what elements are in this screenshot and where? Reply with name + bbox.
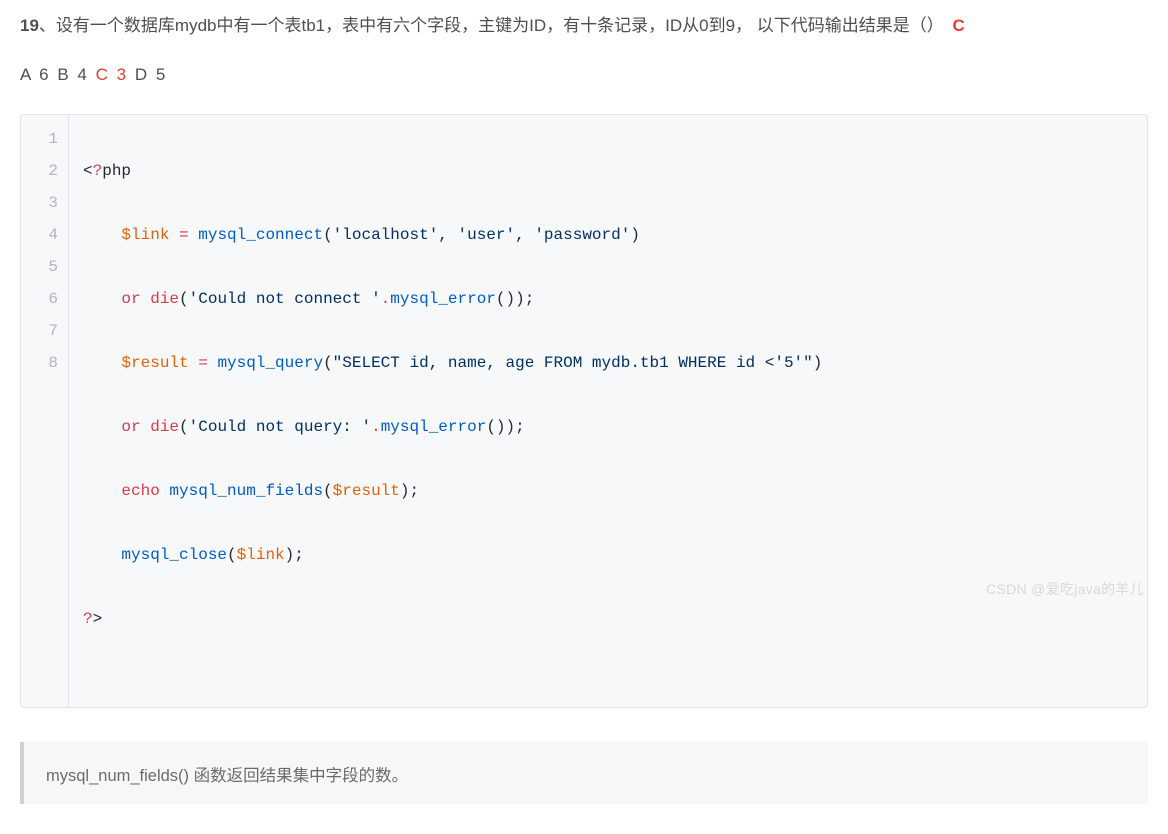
code-str: 'Could not query: ' [189, 418, 371, 436]
question-number: 19 [20, 16, 39, 35]
code-kw: echo [121, 482, 159, 500]
code-line: <?php [83, 155, 822, 187]
code-kw: or [121, 290, 140, 308]
code-line: or die('Could not query: '.mysql_error()… [83, 411, 822, 443]
line-number: 8 [31, 347, 68, 379]
code-str: 'Could not connect ' [189, 290, 381, 308]
line-number: 2 [31, 155, 68, 187]
code-op: . [371, 418, 381, 436]
code-punc: ( [179, 290, 189, 308]
code-punc: ( [486, 418, 496, 436]
code-block: 1 2 3 4 5 6 7 8 <?php $link = mysql_conn… [20, 114, 1148, 708]
option-c-label: C [96, 65, 110, 84]
code-punc: , [438, 226, 457, 244]
code-line: echo mysql_num_fields($result); [83, 475, 822, 507]
question-header: 19、设有一个数据库mydb中有一个表tb1，表中有六个字段，主键为ID，有十条… [20, 12, 1148, 41]
code-fn: mysql_error [381, 418, 487, 436]
php-q: ? [93, 162, 103, 180]
php-close-q: ? [83, 610, 93, 628]
option-a-label: A [20, 65, 32, 84]
code-punc: ; [515, 418, 525, 436]
code-punc: ) [496, 418, 506, 436]
code-fn: mysql_query [217, 354, 323, 372]
code-fn: mysql_error [390, 290, 496, 308]
explanation-text: mysql_num_fields() 函数返回结果集中字段的数。 [46, 767, 408, 785]
indent [83, 418, 121, 436]
code-punc: ) [506, 290, 516, 308]
question-text: 设有一个数据库mydb中有一个表tb1，表中有六个字段，主键为ID，有十条记录，… [56, 16, 944, 35]
code-punc: ; [294, 546, 304, 564]
code-line: $link = mysql_connect('localhost', 'user… [83, 219, 822, 251]
code-punc: ( [323, 354, 333, 372]
code-punc: ) [506, 418, 516, 436]
code-line: $result = mysql_query("SELECT id, name, … [83, 347, 822, 379]
line-number: 3 [31, 187, 68, 219]
line-number: 7 [31, 315, 68, 347]
code-str: 'password' [534, 226, 630, 244]
line-number-gutter: 1 2 3 4 5 6 7 8 [21, 115, 69, 707]
indent [83, 354, 121, 372]
indent [83, 226, 121, 244]
line-number: 5 [31, 251, 68, 283]
code-op: = [169, 226, 198, 244]
code-var: $link [237, 546, 285, 564]
indent [83, 546, 121, 564]
code-punc: ; [409, 482, 419, 500]
code-op: . [381, 290, 391, 308]
option-c-value: 3 [117, 65, 128, 84]
code-punc: ) [285, 546, 295, 564]
code-kw: die [150, 290, 179, 308]
space [141, 290, 151, 308]
code-var: $result [121, 354, 188, 372]
code-line: ?> [83, 603, 822, 635]
space [141, 418, 151, 436]
option-a-value: 6 [39, 65, 50, 84]
code-fn: mysql_close [121, 546, 227, 564]
code-punc: ( [323, 226, 333, 244]
option-b-label: B [57, 65, 70, 84]
code-punc: ) [630, 226, 640, 244]
code-punc: ( [227, 546, 237, 564]
line-number: 6 [31, 283, 68, 315]
code-op: = [189, 354, 218, 372]
code-punc: , [515, 226, 534, 244]
code-punc: ( [179, 418, 189, 436]
code-str: "SELECT id, name, age FROM mydb.tb1 WHER… [333, 354, 813, 372]
line-number: 1 [31, 123, 68, 155]
indent [83, 290, 121, 308]
code-var: $link [121, 226, 169, 244]
code-punc: ( [323, 482, 333, 500]
code-punc: ( [496, 290, 506, 308]
php-tag: php [102, 162, 131, 180]
line-number: 4 [31, 219, 68, 251]
php-open-angle: < [83, 162, 93, 180]
code-str: 'localhost' [333, 226, 439, 244]
code-punc: ; [525, 290, 535, 308]
answer-mark: C [953, 16, 965, 35]
code-content: <?php $link = mysql_connect('localhost',… [69, 115, 836, 707]
indent [83, 482, 121, 500]
option-b-value: 4 [77, 65, 88, 84]
question-sep: 、 [39, 16, 56, 35]
code-kw: or [121, 418, 140, 436]
code-str: 'user' [458, 226, 516, 244]
code-var: $result [333, 482, 400, 500]
option-d-label: D [135, 65, 149, 84]
option-d-value: 5 [156, 65, 167, 84]
explanation-box: mysql_num_fields() 函数返回结果集中字段的数。 [20, 742, 1148, 804]
code-line: or die('Could not connect '.mysql_error(… [83, 283, 822, 315]
code-punc: ) [515, 290, 525, 308]
php-close-angle: > [93, 610, 103, 628]
code-fn: mysql_connect [198, 226, 323, 244]
code-line: mysql_close($link); [83, 539, 822, 571]
options-row: A 6 B 4 C 3 D 5 [20, 61, 1148, 90]
space [160, 482, 170, 500]
code-punc: ) [813, 354, 823, 372]
code-fn: mysql_num_fields [169, 482, 323, 500]
code-kw: die [150, 418, 179, 436]
